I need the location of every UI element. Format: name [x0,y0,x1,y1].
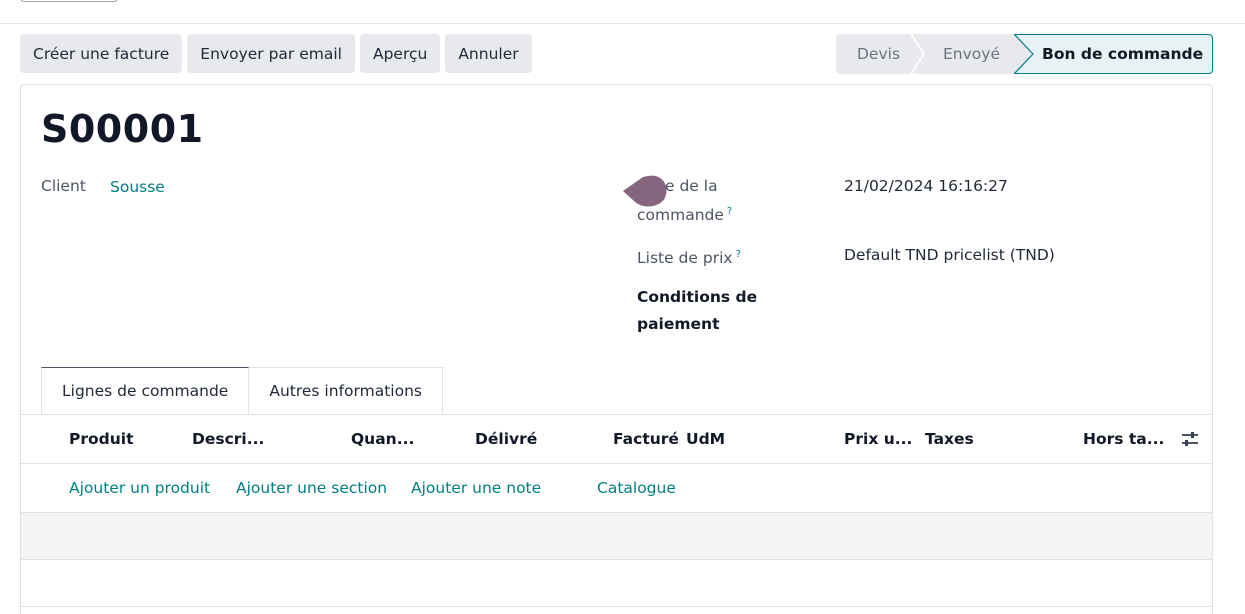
add-line-row: Ajouter un produit Ajouter une section A… [21,464,1212,513]
cancel-button[interactable]: Annuler [445,34,532,73]
order-date-help-icon[interactable]: ? [727,206,732,217]
top-partial-button[interactable] [20,0,118,2]
pricelist-label-text: Liste de prix [637,249,733,268]
client-field[interactable]: Sousse [110,174,165,200]
catalog-link[interactable]: Catalogue [597,464,676,512]
stage-arrow-icon [1014,34,1034,74]
pricelist-help-icon[interactable]: ? [736,249,741,260]
order-date-label-line2: commande [637,206,724,225]
tab-order-lines[interactable]: Lignes de commande [41,367,250,414]
add-section-link[interactable]: Ajouter une section [236,464,387,512]
send-email-button[interactable]: Envoyer par email [187,34,355,73]
stage-devis-label: Devis [857,45,901,63]
column-quantite[interactable]: Quan... [351,415,414,463]
sliders-icon[interactable] [1180,429,1200,449]
column-description[interactable]: Descri... [192,415,264,463]
order-lines-header: Produit Descri... Quan... Délivré Factur… [21,415,1212,464]
stage-envoye[interactable]: Envoyé [924,34,1015,74]
empty-row [21,560,1212,607]
stage-envoye-label: Envoyé [943,45,1000,63]
pricelist-label: Liste de prix? [637,242,741,271]
notebook-tabs: Lignes de commande Autres informations [41,367,443,414]
column-produit[interactable]: Produit [69,415,134,463]
status-bar: Devis Envoyé Bon de commande [836,34,1213,74]
column-udm[interactable]: UdM [686,415,725,463]
stage-separator-icon [911,34,925,74]
action-toolbar: Créer une facture Envoyer par email Aper… [20,34,532,73]
form-sheet: S00001 Client Sousse e de la commande? 2… [20,84,1213,614]
stage-active-label: Bon de commande [1042,45,1204,63]
column-taxes[interactable]: Taxes [925,415,974,463]
column-hors-taxes[interactable]: Hors ta... [1083,415,1164,463]
record-title: S00001 [41,107,204,151]
create-invoice-button[interactable]: Créer une facture [20,34,183,73]
order-date-field[interactable]: 21/02/2024 16:16:27 [844,173,1008,199]
empty-row [21,513,1212,560]
add-product-link[interactable]: Ajouter un produit [69,464,210,512]
pricelist-field[interactable]: Default TND pricelist (TND) [844,242,1055,268]
order-date-label-line1: e de la [665,177,718,195]
column-delivre[interactable]: Délivré [475,415,537,463]
stage-bon-de-commande[interactable]: Bon de commande [1014,34,1213,74]
control-panel-divider [0,23,1245,24]
stage-devis[interactable]: Devis [836,34,925,74]
add-note-link[interactable]: Ajouter une note [411,464,541,512]
client-label: Client [41,177,86,195]
column-facture[interactable]: Facturé [613,415,679,463]
cursor-blob-icon [623,175,667,207]
column-prix-unitaire[interactable]: Prix u... [844,415,912,463]
payment-terms-label-line2: paiement [637,315,720,333]
preview-button[interactable]: Aperçu [359,34,441,73]
tab-other-info[interactable]: Autres informations [249,367,443,414]
payment-terms-label-line1: Conditions de [637,288,758,306]
